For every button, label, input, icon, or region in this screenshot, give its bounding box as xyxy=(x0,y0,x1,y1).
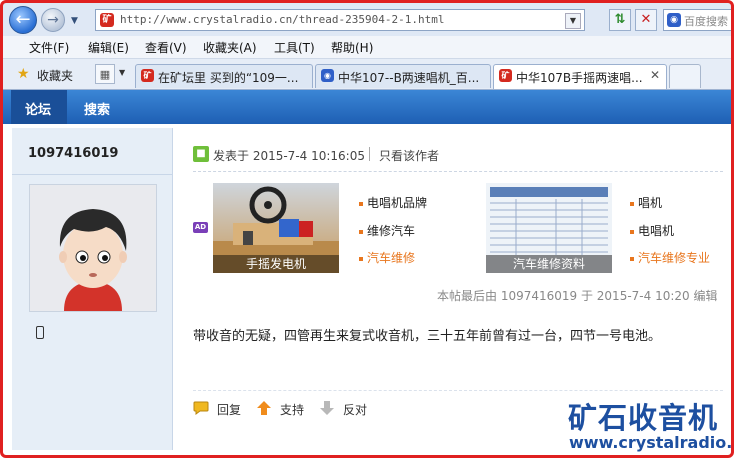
menu-help[interactable]: 帮助(H) xyxy=(331,39,373,56)
tab-1[interactable]: 矿 在矿坛里 买到的“109一... xyxy=(135,64,313,88)
menu-bar: 文件(F) 编辑(E) 查看(V) 收藏夹(A) 工具(T) 帮助(H) xyxy=(3,36,731,59)
stop-button[interactable]: ✕ xyxy=(635,9,657,31)
nav-forum[interactable]: 论坛 xyxy=(25,99,51,118)
close-icon: ✕ xyxy=(640,12,652,27)
ad-link-label: 维修汽车 xyxy=(367,224,416,238)
address-bar[interactable]: 矿 http://www.crystalradio.cn/thread-2359… xyxy=(95,9,585,31)
divider xyxy=(193,390,723,391)
forward-arrow-icon: → xyxy=(47,12,59,28)
mobile-phone-icon xyxy=(36,326,44,339)
close-icon[interactable]: ✕ xyxy=(650,68,660,82)
new-tab-button[interactable] xyxy=(669,64,701,88)
tab-bar: ★ 收藏夹 ▦ ▼ 矿 在矿坛里 买到的“109一... ◉ 中华107--B两… xyxy=(3,59,731,90)
baidu-paw-icon: ◉ xyxy=(667,13,681,27)
user-online-icon: ■ xyxy=(193,146,209,162)
address-toolbar: ← → ▼ 矿 http://www.crystalradio.cn/threa… xyxy=(3,3,734,37)
quick-tabs-button[interactable]: ▦ xyxy=(95,64,115,84)
bullet-icon xyxy=(630,229,634,234)
ad-link-label: 电唱机品牌 xyxy=(367,196,428,210)
watermark-url: www.crystalradio.cn xyxy=(569,433,734,452)
ad-link-label: 电唱机 xyxy=(638,224,675,238)
site-favicon-icon: 矿 xyxy=(100,13,114,27)
ad-link[interactable]: 维修汽车 xyxy=(359,222,415,239)
bullet-icon xyxy=(359,201,363,206)
tab-3-active[interactable]: 矿 中华107B手摇两速唱... ✕ xyxy=(493,64,667,89)
ad-badge: AD xyxy=(193,222,208,233)
author-sidebar: 1097416019 xyxy=(12,128,173,450)
bullet-icon xyxy=(630,256,634,261)
bullet-icon xyxy=(359,256,363,261)
search-input[interactable]: ◉ 百度搜索 xyxy=(663,9,734,31)
site-favicon-icon: 矿 xyxy=(141,69,154,82)
reply-button[interactable]: 回复 xyxy=(217,401,241,418)
tab-2[interactable]: ◉ 中华107--B两速唱机_百... xyxy=(315,64,491,88)
ad-link[interactable]: 电唱机品牌 xyxy=(359,194,427,211)
ad-link-label: 汽车维修 xyxy=(367,251,416,265)
menu-favorites[interactable]: 收藏夹(A) xyxy=(203,39,257,56)
refresh-icon: ⇅ xyxy=(614,12,626,27)
last-edited-note: 本帖最后由 1097416019 于 2015-7-4 10:20 编辑 xyxy=(437,289,718,303)
url-dropdown-icon[interactable]: ▼ xyxy=(565,13,581,29)
tab-label: 中华107--B两速唱机_百... xyxy=(338,71,480,85)
grid-icon: ▦ xyxy=(99,68,111,81)
menu-file[interactable]: 文件(F) xyxy=(29,39,69,56)
avatar-cartoon-icon xyxy=(30,185,156,311)
ad-caption: 汽车维修资料 xyxy=(486,255,612,273)
bullet-icon xyxy=(630,201,634,206)
ad-caption: 手摇发电机 xyxy=(213,255,339,273)
oppose-button[interactable]: 反对 xyxy=(343,401,367,418)
ad-link-label: 唱机 xyxy=(638,196,663,210)
menu-view[interactable]: 查看(V) xyxy=(145,39,187,56)
ad-image-repair-manual[interactable]: 汽车维修资料 xyxy=(486,183,612,273)
ad-link[interactable]: 汽车维修 xyxy=(359,249,415,266)
watermark-title: 矿石收音机 xyxy=(568,401,719,435)
ad-link[interactable]: 电唱机 xyxy=(630,222,674,239)
ad-link-label: 汽车维修专业 xyxy=(638,251,711,265)
site-navigation: 论坛 搜索 xyxy=(3,90,731,124)
avatar[interactable] xyxy=(29,184,157,312)
bullet-icon xyxy=(359,229,363,234)
tab-list-dropdown-icon[interactable]: ▼ xyxy=(119,68,125,77)
back-button[interactable]: ← xyxy=(9,6,37,34)
arrow-down-icon[interactable] xyxy=(319,401,335,415)
ad-image-generator[interactable]: 手摇发电机 xyxy=(213,183,339,273)
divider xyxy=(12,174,172,175)
support-button[interactable]: 支持 xyxy=(280,401,304,418)
site-favicon-icon: 矿 xyxy=(499,69,512,82)
refresh-button[interactable]: ⇅ xyxy=(609,9,631,31)
history-dropdown-icon[interactable]: ▼ xyxy=(71,16,78,26)
baidu-paw-icon: ◉ xyxy=(321,69,334,82)
arrow-up-icon[interactable] xyxy=(256,401,272,415)
favorites-button[interactable]: 收藏夹 xyxy=(37,67,73,84)
forward-button[interactable]: → xyxy=(41,8,65,32)
nav-search[interactable]: 搜索 xyxy=(84,99,110,118)
view-author-only-link[interactable]: 只看该作者 xyxy=(379,147,439,164)
ad-link[interactable]: 唱机 xyxy=(630,194,662,211)
post-date: 发表于 2015-7-4 10:16:05 xyxy=(213,149,365,163)
back-arrow-icon: ← xyxy=(15,9,31,30)
tab-label: 在矿坛里 买到的“109一... xyxy=(158,71,299,85)
menu-tools[interactable]: 工具(T) xyxy=(274,39,315,56)
separator xyxy=(369,147,370,161)
tab-label: 中华107B手摇两速唱... xyxy=(516,71,642,85)
star-icon: ★ xyxy=(17,66,30,82)
post-content: 带收音的无疑，四管再生来复式收音机，三十五年前曾有过一台，四节一号电池。 xyxy=(193,329,662,344)
search-placeholder: 百度搜索 xyxy=(684,15,728,28)
menu-edit[interactable]: 编辑(E) xyxy=(88,39,129,56)
url-text[interactable]: http://www.crystalradio.cn/thread-235904… xyxy=(120,13,445,26)
divider xyxy=(193,171,723,172)
username[interactable]: 1097416019 xyxy=(28,146,118,161)
reply-icon[interactable] xyxy=(193,401,209,415)
ad-link[interactable]: 汽车维修专业 xyxy=(630,249,731,266)
